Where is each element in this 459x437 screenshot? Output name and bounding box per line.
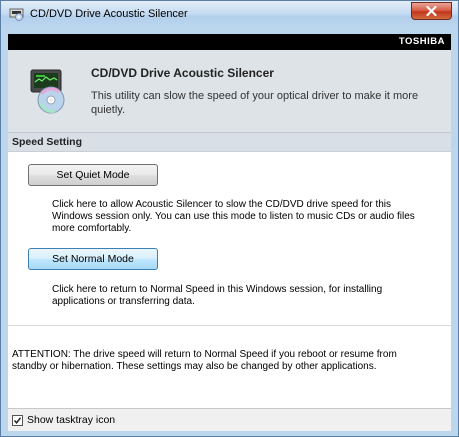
section-title: Speed Setting — [12, 136, 83, 148]
set-normal-mode-button[interactable]: Set Normal Mode — [28, 248, 158, 270]
title-bar[interactable]: CD/DVD Drive Acoustic Silencer — [1, 1, 458, 29]
divider — [8, 325, 451, 326]
check-icon — [13, 417, 22, 424]
main-content: Speed Setting Set Quiet Mode Click here … — [8, 132, 451, 408]
normal-mode-description: Click here to return to Normal Speed in … — [52, 284, 383, 307]
app-description: This utility can slow the speed of your … — [91, 90, 419, 116]
footer-bar: Show tasktray icon — [8, 408, 451, 431]
set-quiet-mode-button[interactable]: Set Quiet Mode — [28, 164, 158, 186]
brand-bar: TOSHIBA — [8, 34, 451, 50]
app-window: CD/DVD Drive Acoustic Silencer TOSHIBA C — [0, 0, 459, 437]
window-title: CD/DVD Drive Acoustic Silencer — [30, 8, 188, 20]
close-icon — [426, 6, 437, 16]
brand-logo: TOSHIBA — [398, 36, 445, 47]
attention-text: ATTENTION: The drive speed will return t… — [12, 349, 397, 372]
close-button[interactable] — [411, 2, 452, 20]
app-header: CD/DVD Drive Acoustic Silencer This util… — [8, 50, 451, 133]
show-tasktray-label[interactable]: Show tasktray icon — [27, 414, 115, 426]
app-title: CD/DVD Drive Acoustic Silencer — [91, 66, 274, 80]
section-header: Speed Setting — [8, 132, 451, 152]
show-tasktray-checkbox[interactable] — [12, 415, 23, 426]
cd-drive-icon — [9, 8, 24, 21]
quiet-mode-description: Click here to allow Acoustic Silencer to… — [52, 199, 415, 234]
cd-disc-monitor-icon — [29, 68, 73, 114]
